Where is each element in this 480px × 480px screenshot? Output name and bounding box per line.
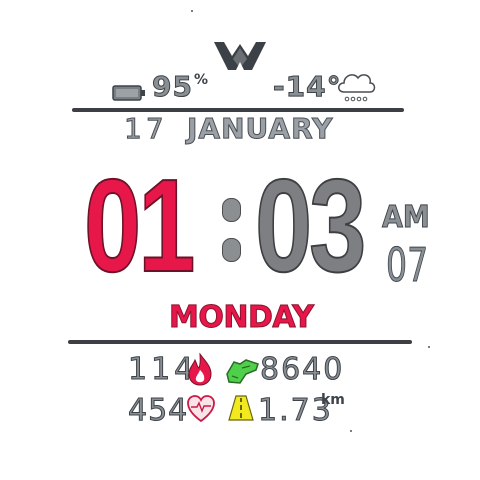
time-colon-bottom <box>222 238 241 262</box>
speck <box>428 346 430 348</box>
road-icon <box>228 395 254 421</box>
temperature: -14° <box>273 70 342 104</box>
time-minute: 03 <box>254 152 367 299</box>
battery-icon <box>112 85 145 101</box>
bottom-divider <box>68 340 412 344</box>
distance-unit: km <box>321 392 345 408</box>
time-seconds: 07 <box>386 238 429 293</box>
heart-pulse-icon <box>187 395 215 423</box>
time-ampm: AM <box>382 200 431 236</box>
time-hour: 01 <box>83 152 196 299</box>
date-month: JANUARY <box>186 112 334 146</box>
shoe-icon <box>226 359 259 384</box>
brand-logo-icon <box>214 42 266 70</box>
battery-unit: % <box>194 72 209 88</box>
steps-value: 8640 <box>259 352 345 388</box>
time-colon-top <box>222 198 241 222</box>
speck <box>191 10 193 12</box>
heart-rate-value: 454 <box>127 393 189 429</box>
battery-level: 95 <box>152 70 193 104</box>
weekday: MONDAY <box>168 300 314 336</box>
flame-icon <box>188 352 212 386</box>
speck <box>350 430 352 432</box>
date-day: 17 <box>124 112 168 146</box>
cloud-snow-icon <box>338 74 376 102</box>
